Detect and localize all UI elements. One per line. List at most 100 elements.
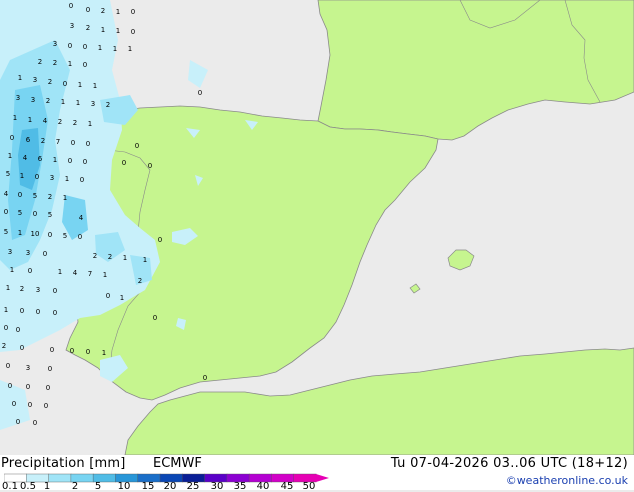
precip-value: 5 [48,211,52,219]
precip-value: 3 [36,286,40,294]
precip-value: 2 [41,137,45,145]
precip-value: 0 [16,326,20,334]
legend-tick-label: 15 [141,481,155,492]
precipitation-map: 0021032110300111221013201133211321142210… [0,0,634,455]
precip-value: 1 [128,45,132,53]
precip-value: 1 [28,116,32,124]
precip-value: 1 [8,152,12,160]
precip-value: 0 [33,210,37,218]
legend-tick-label: 35 [233,481,247,492]
precip-value: 2 [48,193,52,201]
precip-value: 5 [33,192,37,200]
precip-value: 2 [46,97,50,105]
credit-link[interactable]: ©weatheronline.co.uk [506,474,628,487]
precip-value: 2 [2,342,6,350]
precip-value: 0 [28,401,32,409]
legend-tick-label: 30 [210,481,224,492]
precip-value: 5 [18,209,22,217]
precip-value: 3 [70,22,74,30]
precip-value: 1 [63,194,67,202]
precip-value: 0 [4,324,8,332]
legend-tick-label: 45 [280,481,294,492]
precip-value: 1 [4,306,8,314]
precip-value: 0 [26,383,30,391]
precip-value: 0 [16,418,20,426]
precip-value: 2 [48,78,52,86]
precip-value: 1 [18,229,22,237]
precip-value: 0 [122,159,126,167]
precip-value: 0 [8,382,12,390]
precip-value: 0 [135,142,139,150]
precip-value: 2 [53,59,57,67]
precip-value: 1 [120,294,124,302]
precip-value: 2 [106,101,110,109]
precip-value: 0 [153,314,157,322]
precip-value: 0 [203,374,207,382]
map-canvas: 0 0 2 1 03 2 1 1 03 0 0 1 1 12 2 1 01 3 2 0 1 13 3 2 1 1 3 21 1 4 2 2 10… [0,0,634,455]
precip-value: 1 [143,256,147,264]
legend-arrow [316,474,329,482]
precip-value: 1 [53,156,57,164]
precip-value: 5 [6,170,10,178]
precip-value: 1 [101,26,105,34]
footer-bar: Precipitation [mm] ECMWF Tu 07-04-2026 0… [0,455,634,492]
precip-value: 3 [91,100,95,108]
precip-value: 3 [26,364,30,372]
precip-value: 1 [13,114,17,122]
precip-value: 3 [16,94,20,102]
precip-value: 0 [68,42,72,50]
precip-value: 0 [158,236,162,244]
precip-value: 0 [86,140,90,148]
precip-value: 10 [31,230,40,238]
precip-value: 0 [106,292,110,300]
legend-tick-label: 50 [302,481,316,492]
precip-value: 2 [38,58,42,66]
precip-value: 3 [53,40,57,48]
precip-value: 0 [86,348,90,356]
precip-value: 0 [131,28,135,36]
precip-value: 6 [38,155,43,163]
precip-value: 0 [6,362,10,370]
precip-value: 4 [73,269,78,277]
precip-value: 3 [8,248,12,256]
precip-value: 3 [31,96,35,104]
precip-value: 0 [83,158,87,166]
precip-value: 0 [86,6,90,14]
precip-value: 0 [50,346,54,354]
precip-value: 6 [26,136,31,144]
precip-value: 0 [10,134,14,142]
precip-value: 1 [10,266,14,274]
precip-value: 0 [71,139,75,147]
precip-value: 0 [63,80,67,88]
precip-value: 1 [58,268,62,276]
legend-tick-label: 5 [94,481,102,492]
precip-value: 4 [79,214,84,222]
precip-value: 2 [58,118,62,126]
precip-value: 0 [131,8,135,16]
precip-value: 2 [20,285,24,293]
precip-value: 3 [26,249,30,257]
precip-value: 0 [78,233,82,241]
precip-value: 1 [78,81,82,89]
precip-value: 1 [102,349,106,357]
precip-value: 0 [48,365,52,373]
precip-value: 5 [63,232,67,240]
precip-value: 7 [88,270,92,278]
precip-value: 2 [101,7,105,15]
precip-value: 1 [98,44,102,52]
precip-value: 0 [53,309,57,317]
legend-tick-label: 20 [163,481,177,492]
precip-value: 0 [46,384,50,392]
precip-value: 1 [65,175,69,183]
precip-value: 0 [36,308,40,316]
precip-value: 0 [83,61,87,69]
precip-value: 0 [68,157,72,165]
precip-value: 4 [4,190,9,198]
precip-value: 1 [113,45,117,53]
legend-tick-label: 0.5 [20,481,36,492]
precip-value: 2 [138,277,142,285]
precip-value: 1 [103,271,107,279]
precip-value: 1 [20,172,24,180]
precip-value: 3 [33,76,37,84]
model-label: ECMWF [153,456,202,471]
